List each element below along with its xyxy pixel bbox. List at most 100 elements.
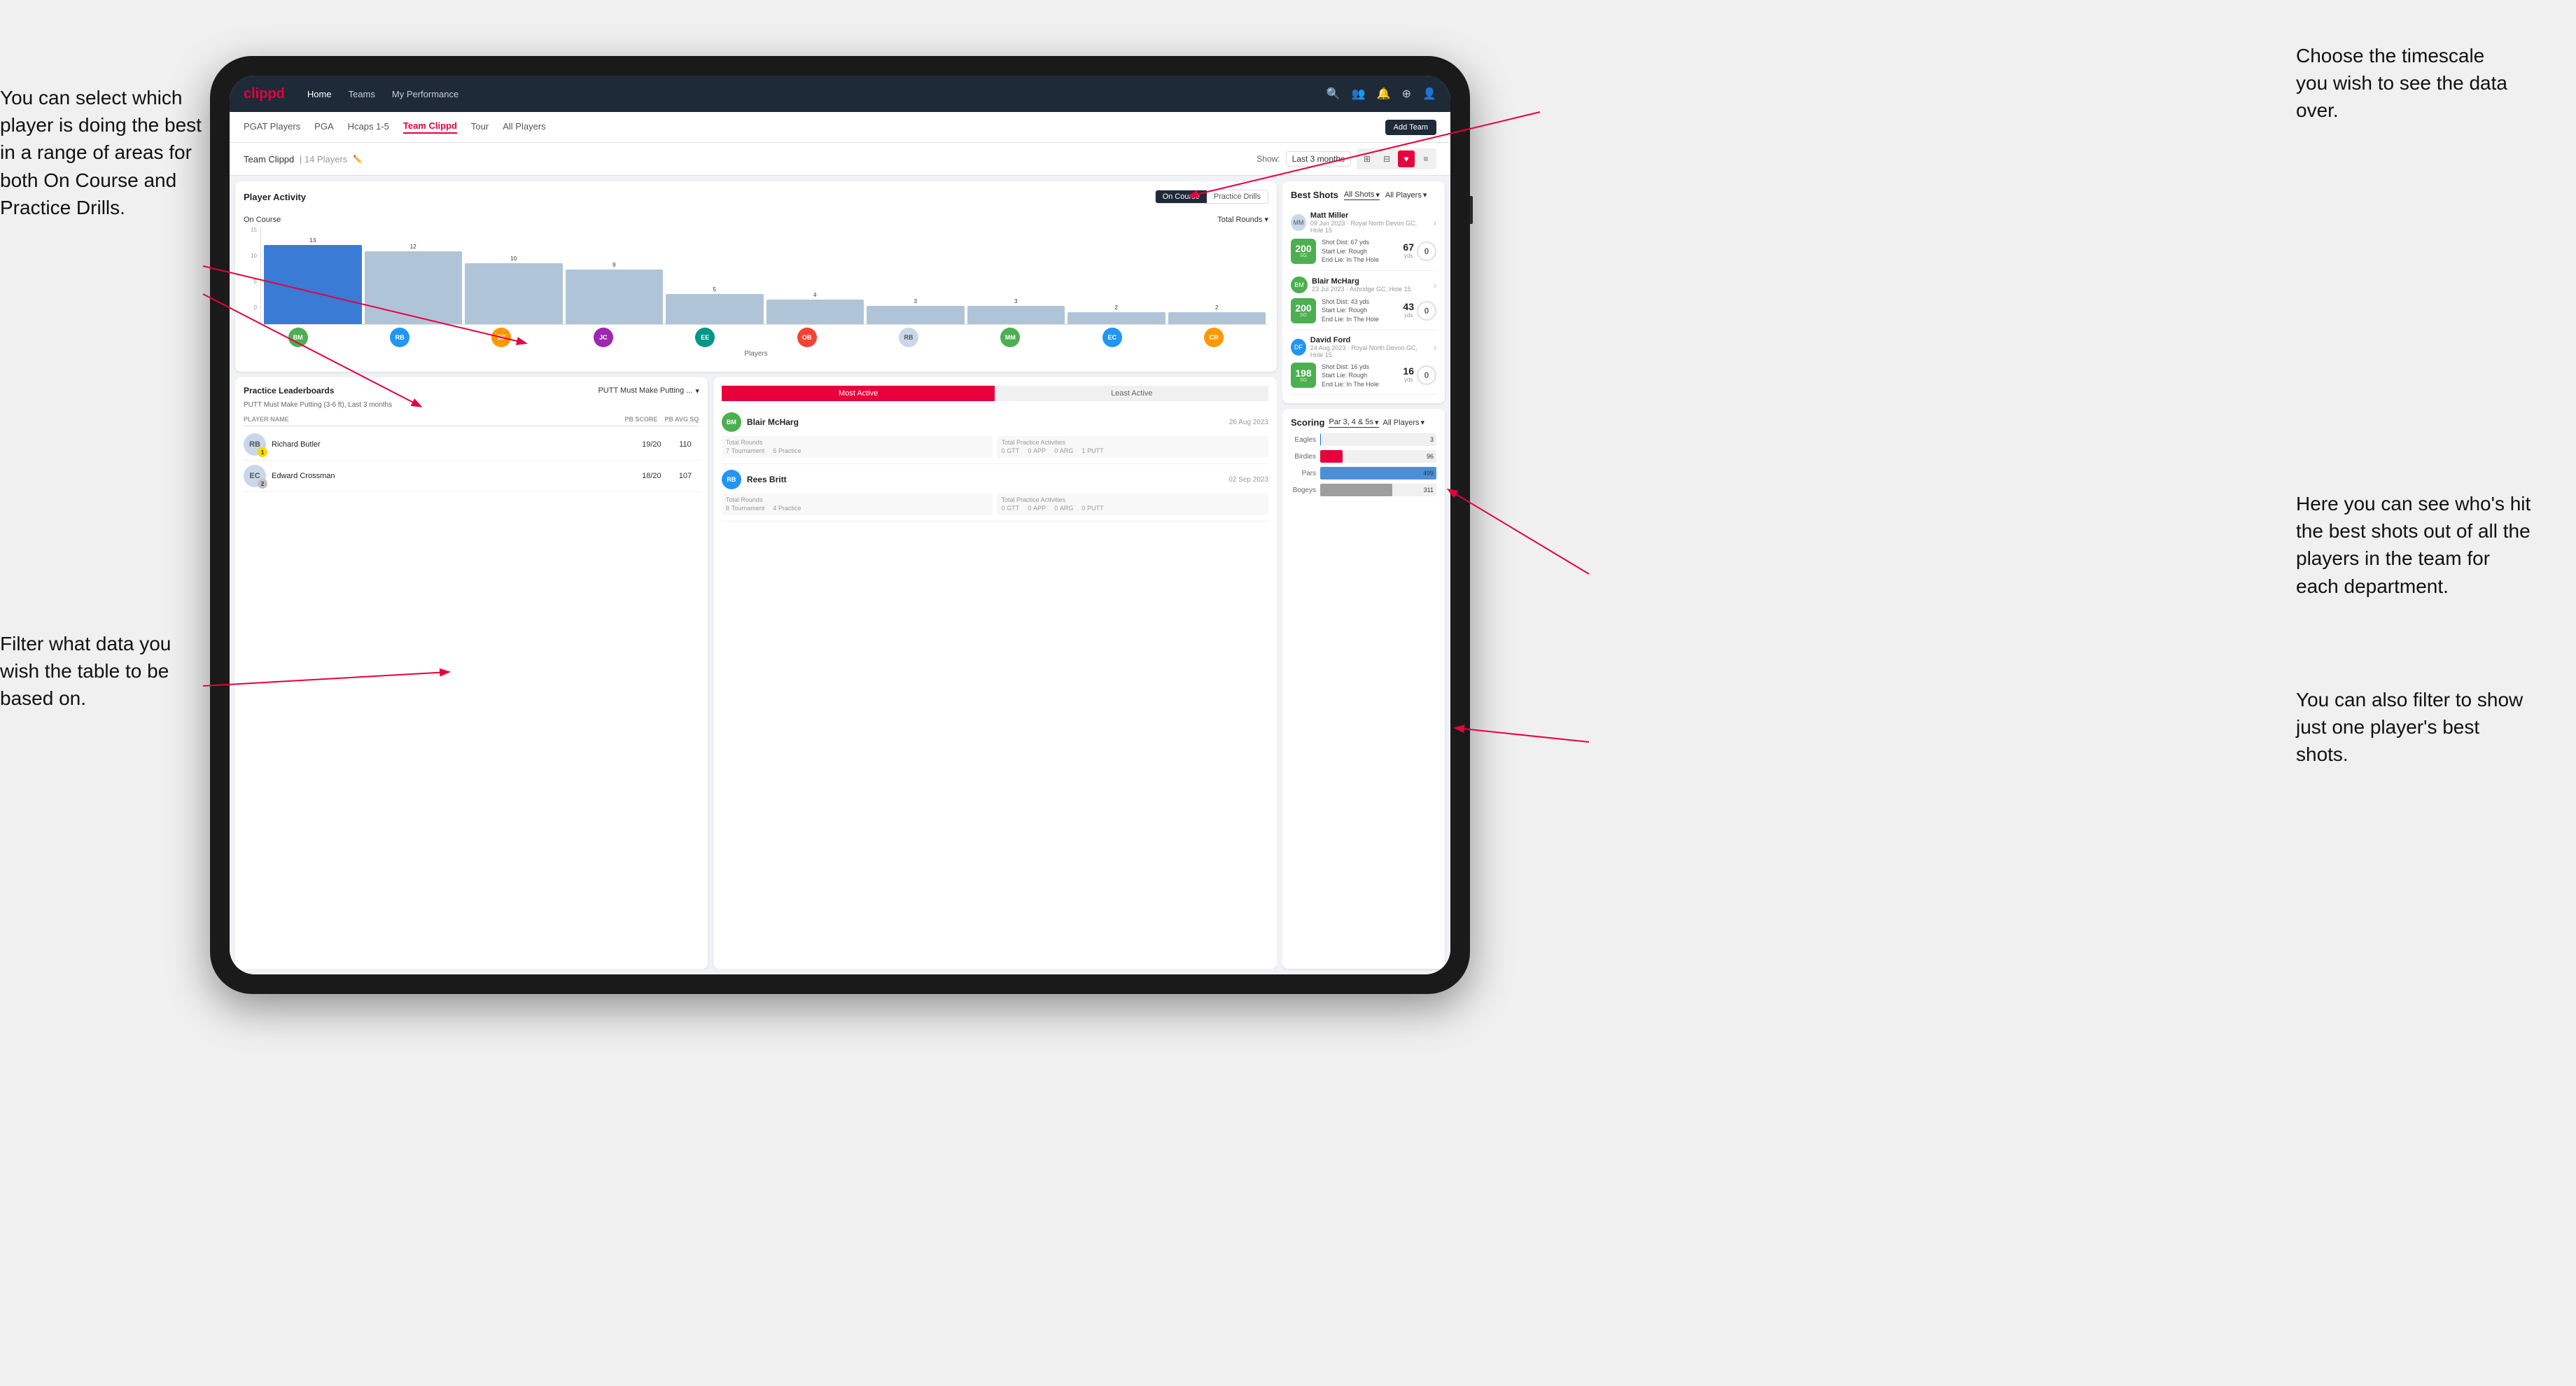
chevron-icon-3: › [1433, 342, 1436, 353]
shot-metrics-1: 67 yds 0 [1403, 241, 1436, 261]
scoring-card: Scoring Par 3, 4 & 5s ▾ All Players ▾ Ea… [1282, 409, 1445, 969]
player-activity-header: Player Activity On Course Practice Drill… [244, 190, 1268, 204]
shot-player-meta-2: 23 Jul 2023 · Ashridge GC, Hole 15 [1312, 286, 1411, 293]
profile-icon[interactable]: 👤 [1422, 87, 1436, 101]
timescale-dropdown[interactable]: Last 3 months [1286, 151, 1351, 167]
shot-player-name-2: Blair McHarg [1312, 277, 1411, 286]
subnav-all-players[interactable]: All Players [503, 121, 545, 133]
activity-player-2: RB Rees Britt 02 Sep 2023 Total Rounds 8 [722, 464, 1268, 522]
practice-drills-toggle[interactable]: Practice Drills [1207, 190, 1268, 203]
bar-group-3: 9 [566, 262, 664, 324]
shot-info-2: Shot Dist: 43 yds Start Lie: Rough End L… [1322, 298, 1397, 324]
nav-item-my-performance[interactable]: My Performance [392, 89, 458, 99]
best-shots-header: Best Shots All Shots ▾ All Players ▾ [1291, 190, 1436, 200]
shot-player-header-2: BM Blair McHarg 23 Jul 2023 · Ashridge G… [1291, 276, 1436, 293]
player-avatar-crossman: EC 2 [244, 465, 266, 487]
activity-player-name-2: Rees Britt [747, 475, 787, 484]
scoring-row-pars: Pars 499 [1291, 467, 1436, 479]
stat-title-practice-1: Total Practice Activities [1001, 439, 1264, 446]
th-player-name: PLAYER NAME [244, 416, 618, 423]
bell-icon[interactable]: 🔔 [1377, 87, 1391, 101]
subnav-team-clippd[interactable]: Team Clippd [403, 120, 457, 134]
stat-arg-2: 0 ARG [1054, 505, 1073, 512]
view-grid3[interactable]: ⊟ [1378, 150, 1395, 167]
avatar-dford: DF [491, 328, 511, 347]
on-course-toggle[interactable]: On Course [1156, 190, 1207, 203]
subnav-pgat[interactable]: PGAT Players [244, 121, 300, 133]
stat-group-practice-2: Total Practice Activities 0 GTT 0 APP [997, 493, 1268, 515]
view-heart[interactable]: ♥ [1398, 150, 1415, 167]
right-panel: Best Shots All Shots ▾ All Players ▾ MM [1282, 176, 1450, 974]
add-team-button[interactable]: Add Team [1385, 120, 1436, 135]
activity-player-header-1: BM Blair McHarg 26 Aug 2023 [722, 412, 1268, 432]
scoring-value-birdies: 96 [1427, 453, 1434, 460]
chart-dropdown[interactable]: Total Rounds ▾ [1217, 215, 1268, 224]
chevron-icon-2: › [1433, 279, 1436, 290]
activity-date-2: 02 Sep 2023 [1228, 476, 1268, 484]
scoring-players-dropdown[interactable]: All Players ▾ [1383, 418, 1425, 427]
avatar-eebert: EE [695, 328, 715, 347]
power-button[interactable] [1470, 196, 1473, 224]
subnav-tour[interactable]: Tour [471, 121, 489, 133]
scoring-header: Scoring Par 3, 4 & 5s ▾ All Players ▾ [1291, 417, 1436, 428]
player-pb-avg-crossman: 107 [671, 472, 699, 480]
best-shots-title: Best Shots [1291, 190, 1338, 200]
shot-item-1[interactable]: MM Matt Miller 09 Jun 2023 · Royal North… [1291, 206, 1436, 271]
shot-badge-3: 198 SG [1291, 363, 1316, 388]
bar-rect-2 [465, 263, 563, 324]
nav-item-teams[interactable]: Teams [349, 89, 375, 99]
bar-group-5: 4 [766, 292, 864, 324]
bar-group-0: 13 [264, 237, 362, 324]
edit-icon[interactable]: ✏️ [353, 155, 363, 164]
stat-row-practice-2: 0 GTT 0 APP 0 ARG [1001, 505, 1264, 512]
tab-most-active[interactable]: Most Active [722, 386, 995, 401]
bar-rect-0 [264, 245, 362, 324]
y-label-0: 0 [254, 304, 257, 311]
scoring-bar-eagles: 3 [1320, 433, 1436, 446]
scoring-value-bogeys: 311 [1424, 486, 1434, 493]
x-axis-label: Players [244, 350, 1268, 358]
y-label-5: 5 [254, 279, 257, 285]
annotation-bottom-left: Filter what data you wish the table to b… [0, 630, 196, 713]
scoring-par-dropdown[interactable]: Par 3, 4 & 5s ▾ [1329, 418, 1378, 428]
bar-rect-1 [365, 251, 463, 324]
bar-value-4: 5 [713, 286, 716, 293]
nav-item-home[interactable]: Home [307, 89, 332, 99]
all-shots-dropdown[interactable]: All Shots ▾ [1344, 190, 1380, 200]
activity-player-header-2: RB Rees Britt 02 Sep 2023 [722, 470, 1268, 489]
stat-practice-2: 4 Practice [773, 505, 801, 512]
users-icon[interactable]: 👥 [1352, 87, 1366, 101]
team-name: Team Clippd | 14 Players [244, 154, 347, 164]
bar-group-2: 10 [465, 255, 563, 324]
player-avatar-row: BM RB DF JC EE OB RB MM EC CR [244, 325, 1268, 347]
view-list[interactable]: ≡ [1418, 150, 1434, 167]
avatar-mmiller: MM [1000, 328, 1020, 347]
subnav-pga[interactable]: PGA [314, 121, 333, 133]
search-icon[interactable]: 🔍 [1326, 87, 1340, 101]
activity-avatar-1: BM [722, 412, 741, 432]
shot-avatar-3: DF [1291, 339, 1306, 356]
annotation-top-right: Choose the timescale you wish to see the… [2296, 42, 2520, 125]
bar-group-7: 3 [967, 298, 1065, 324]
add-icon[interactable]: ⊕ [1402, 87, 1411, 101]
practice-dropdown[interactable]: PUTT Must Make Putting ... ▾ [598, 386, 699, 396]
bar-rect-3 [566, 270, 664, 324]
tablet-screen: clippd Home Teams My Performance 🔍 👥 🔔 ⊕… [230, 76, 1450, 974]
shot-badge-label-1: SG [1300, 253, 1307, 258]
th-pb-avg: PB AVG SQ [664, 416, 699, 423]
bar-value-0: 13 [309, 237, 316, 244]
shot-item-2[interactable]: BM Blair McHarg 23 Jul 2023 · Ashridge G… [1291, 271, 1436, 330]
tab-least-active[interactable]: Least Active [995, 386, 1268, 401]
shot-item-3[interactable]: DF David Ford 24 Aug 2023 · Royal North … [1291, 330, 1436, 396]
subnav-hcaps[interactable]: Hcaps 1-5 [348, 121, 389, 133]
shot-player-name-1: Matt Miller [1310, 211, 1429, 220]
all-players-dropdown[interactable]: All Players ▾ [1385, 190, 1427, 200]
chart-subtitle: On Course Total Rounds ▾ [244, 215, 1268, 224]
shot-metric-dist-2: 43 yds [1403, 301, 1414, 321]
shot-info-1: Shot Dist: 67 yds Start Lie: Rough End L… [1322, 238, 1397, 265]
bar-chart-container: 15 10 5 0 1312109543322 [244, 227, 1268, 325]
bottom-left-row: Practice Leaderboards PUTT Must Make Put… [235, 377, 1277, 969]
view-grid4[interactable]: ⊞ [1359, 150, 1376, 167]
shot-player-meta-1: 09 Jun 2023 · Royal North Devon GC, Hole… [1310, 220, 1429, 234]
scoring-row-eagles: Eagles 3 [1291, 433, 1436, 446]
